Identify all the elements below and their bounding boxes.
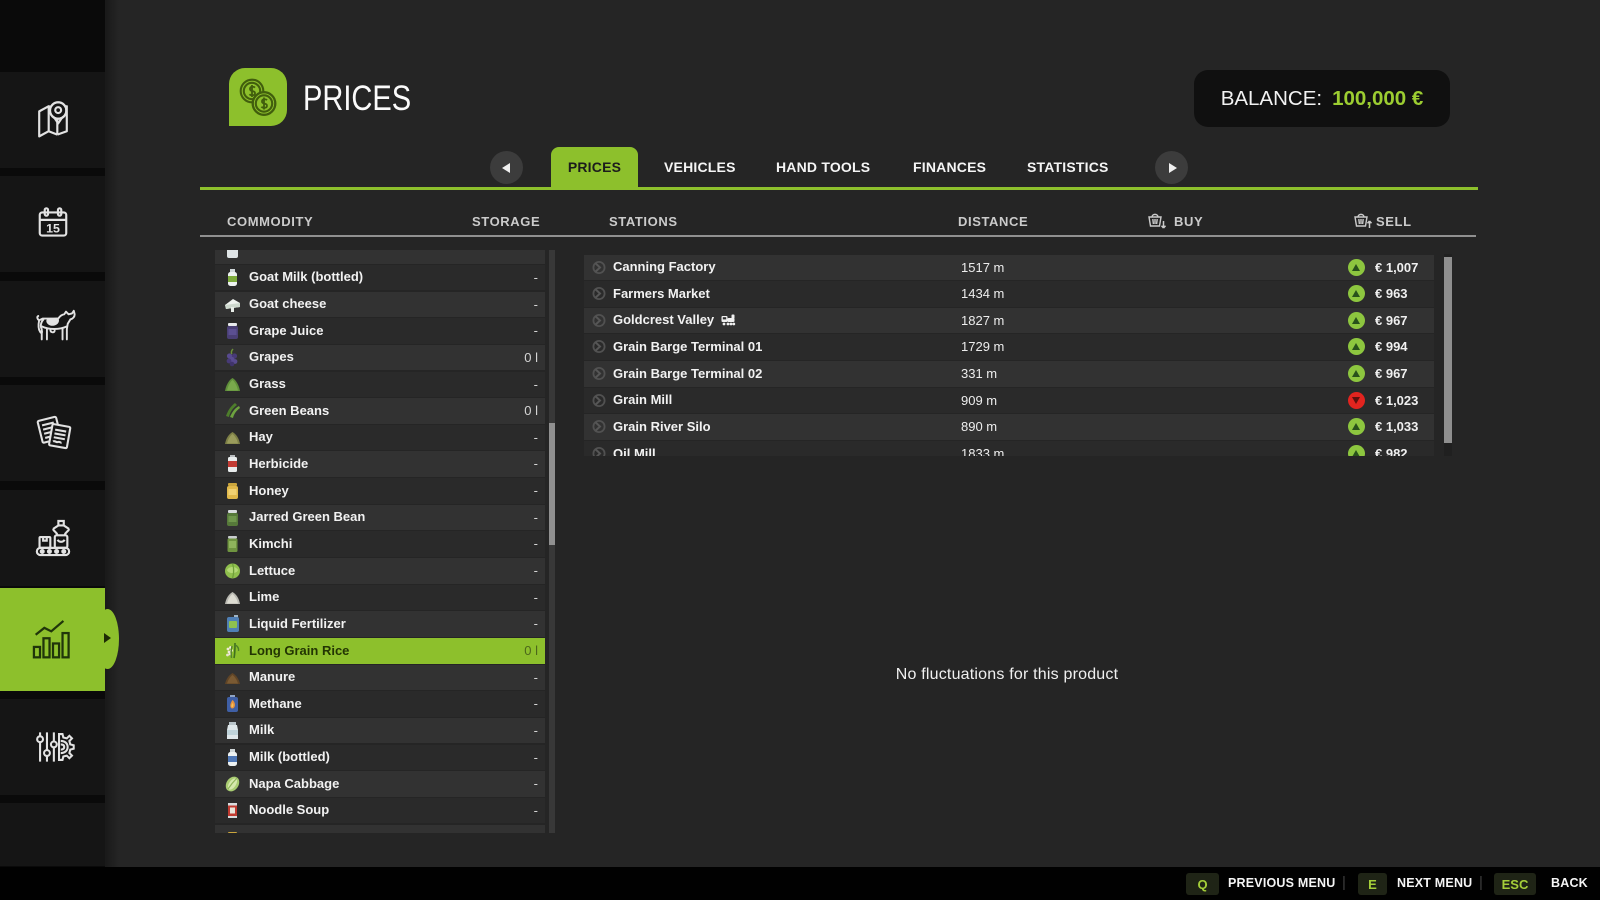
svg-text:15: 15 <box>46 221 60 235</box>
